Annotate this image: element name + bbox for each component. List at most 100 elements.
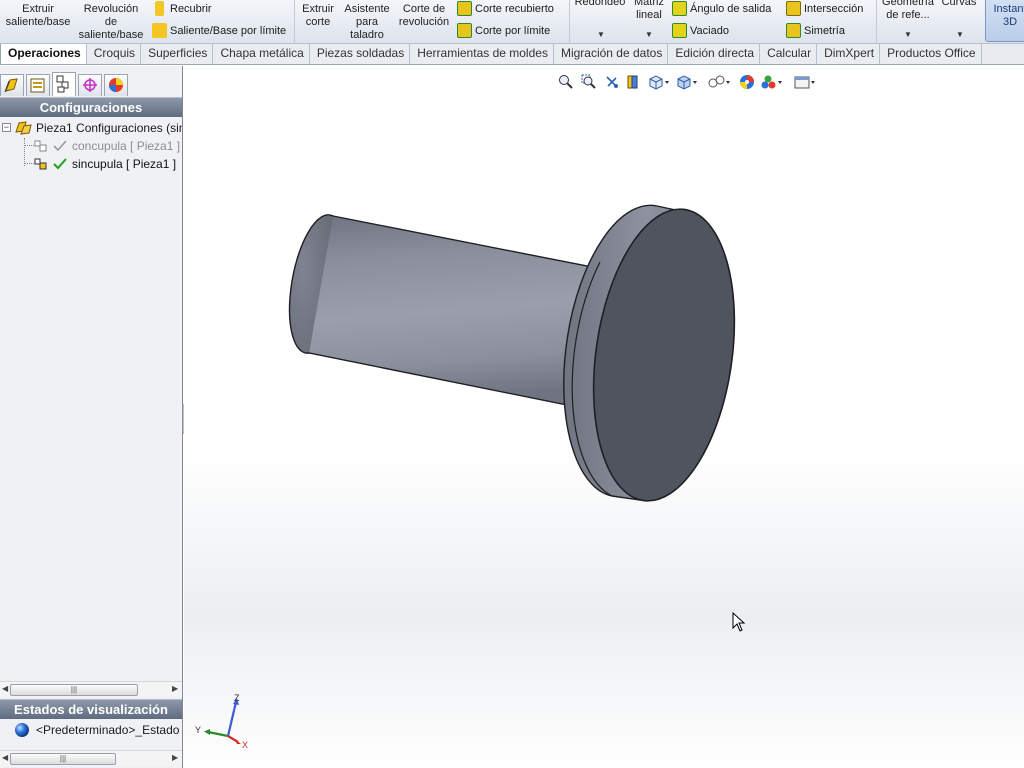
scroll-thumb[interactable]: |||: [10, 753, 116, 765]
linear-pattern-button[interactable]: Matriz lineal: [630, 0, 668, 22]
display-manager-icon: [109, 78, 123, 92]
display-state-label: <Predeterminado>_Estado de visualización…: [36, 723, 182, 737]
part-configurations-icon: [15, 121, 32, 135]
display-states-header: Estados de visualización: [0, 699, 182, 719]
active-check-icon: [53, 158, 67, 170]
lofted-cut-button[interactable]: Corte recubierto: [455, 0, 554, 19]
collapse-icon[interactable]: −: [2, 123, 11, 132]
hole-wizard-button[interactable]: Asistente para taladro: [341, 3, 393, 42]
sweep-label: Recubrir: [170, 3, 212, 15]
config-item-label: sincupula [ Pieza1 ]: [72, 157, 177, 171]
ribbon-separator: [876, 0, 877, 43]
draft-label: Ángulo de salida: [690, 3, 772, 15]
configuration-manager-panel: Configuraciones − Pieza1 Configuraciones…: [0, 66, 183, 768]
configuration-icon: [34, 140, 47, 152]
tab-calcular[interactable]: Calcular: [760, 44, 818, 64]
boundary-cut-button[interactable]: Corte por límite: [455, 21, 550, 41]
draft-button[interactable]: Ángulo de salida: [670, 0, 771, 19]
reference-geometry-dropdown-icon[interactable]: ▼: [904, 30, 912, 39]
shell-button[interactable]: Vaciado: [670, 21, 729, 41]
curves-button[interactable]: Curvas: [939, 0, 979, 9]
command-manager-ribbon: Extruir saliente/base Revolución de sali…: [0, 0, 1024, 44]
tree-connector-branch: [24, 163, 34, 164]
shell-label: Vaciado: [690, 25, 729, 37]
fillet-dropdown-icon[interactable]: ▼: [597, 30, 605, 39]
tab-operaciones[interactable]: Operaciones: [0, 44, 87, 64]
tree-connector-branch: [24, 145, 34, 146]
lofted-cut-label: Corte recubierto: [475, 3, 554, 15]
property-manager-icon: [30, 78, 45, 93]
command-manager-tabs: Operaciones Croquis Superficies Chapa metál…: [0, 44, 1024, 65]
mirror-button[interactable]: Simetría: [784, 21, 845, 41]
mouse-cursor-icon: [732, 612, 746, 632]
graphics-area[interactable]: Z Y X: [184, 66, 1024, 768]
dimxpert-icon: [83, 78, 97, 92]
intersect-icon: [786, 1, 801, 16]
scroll-right-icon[interactable]: ▶: [172, 753, 178, 762]
lofted-cut-icon: [457, 1, 472, 16]
reference-geometry-button[interactable]: Geometría de refe...: [879, 0, 937, 22]
curves-dropdown-icon[interactable]: ▼: [956, 30, 964, 39]
configuration-manager-icon: [56, 75, 69, 93]
boundary-cut-icon: [457, 23, 472, 38]
boundary-boss-icon: [152, 23, 167, 38]
tab-croquis[interactable]: Croquis: [87, 44, 142, 64]
config-item-label: concupula [ Pieza1 ]: [72, 139, 181, 153]
scroll-right-icon[interactable]: ▶: [172, 684, 178, 693]
dimxpert-manager-tab[interactable]: [78, 74, 102, 96]
scroll-left-icon[interactable]: ◀: [2, 684, 8, 693]
config-root[interactable]: − Pieza1 Configuraciones (sincupula): [0, 119, 182, 137]
3d-model-pin[interactable]: [184, 66, 1024, 768]
tab-migración-de-datos[interactable]: Migración de datos: [554, 44, 669, 64]
configuration-manager-tab[interactable]: [52, 72, 76, 96]
revolve-boss-button[interactable]: Revolución de saliente/base: [76, 3, 146, 42]
config-root-label: Pieza1 Configuraciones (sincupula): [36, 121, 182, 135]
display-state-item[interactable]: <Predeterminado>_Estado de visualización…: [0, 721, 182, 739]
intersect-button[interactable]: Intersección: [784, 0, 863, 19]
boundary-boss-button[interactable]: Saliente/Base por límite: [150, 21, 286, 41]
scroll-thumb[interactable]: |||: [10, 684, 138, 696]
linear-pattern-dropdown-icon[interactable]: ▼: [645, 30, 653, 39]
feature-tree-icon: [4, 78, 18, 93]
instant3d-button[interactable]: Instant 3D: [985, 0, 1024, 42]
triad-z-label: Z: [234, 693, 240, 703]
tab-productos-office[interactable]: Productos Office: [880, 44, 982, 64]
tab-chapa-metálica[interactable]: Chapa metálica: [213, 44, 310, 64]
shaft-body: [293, 215, 598, 409]
mirror-icon: [786, 23, 801, 38]
mirror-label: Simetría: [804, 25, 845, 37]
intersect-label: Intersección: [804, 3, 864, 15]
tab-piezas-soldadas[interactable]: Piezas soldadas: [310, 44, 411, 64]
display-states-horizontal-scrollbar[interactable]: ◀ ||| ▶: [0, 750, 182, 766]
tab-dimxpert[interactable]: DimXpert: [817, 44, 881, 64]
configuration-icon: [34, 158, 47, 170]
extrude-cut-button[interactable]: Extruir corte: [298, 3, 338, 29]
shell-icon: [672, 23, 687, 38]
fillet-button[interactable]: Redondeo: [572, 0, 628, 9]
tree-connector: [24, 138, 25, 166]
property-manager-tab[interactable]: [26, 74, 50, 96]
extrude-boss-button[interactable]: Extruir saliente/base: [2, 3, 74, 29]
ribbon-separator: [294, 0, 295, 43]
boundary-boss-label: Saliente/Base por límite: [170, 25, 287, 37]
ribbon-separator: [569, 0, 570, 43]
display-manager-tab[interactable]: [104, 74, 128, 96]
inactive-check-icon: [53, 140, 67, 152]
revolve-cut-button[interactable]: Corte de revolución: [396, 3, 452, 29]
sweep-button[interactable]: Recubrir: [150, 0, 212, 19]
scroll-left-icon[interactable]: ◀: [2, 753, 8, 762]
reference-triad-icon: Z Y X: [195, 693, 248, 750]
draft-icon: [672, 1, 687, 16]
config-horizontal-scrollbar[interactable]: ◀ ||| ▶: [0, 681, 182, 697]
triad-y-label: Y: [195, 725, 201, 735]
display-state-sphere-icon: [15, 723, 29, 737]
tab-superficies[interactable]: Superficies: [141, 44, 214, 64]
tab-herramientas-de-moldes[interactable]: Herramientas de moldes: [410, 44, 554, 64]
feature-manager-tab[interactable]: [0, 74, 24, 96]
tab-edición-directa[interactable]: Edición directa: [668, 44, 761, 64]
triad-x-label: X: [242, 740, 248, 750]
boundary-cut-label: Corte por límite: [475, 25, 551, 37]
sweep-icon: [155, 1, 164, 16]
configurations-header: Configuraciones: [0, 97, 182, 117]
manager-tabs: [0, 72, 183, 96]
